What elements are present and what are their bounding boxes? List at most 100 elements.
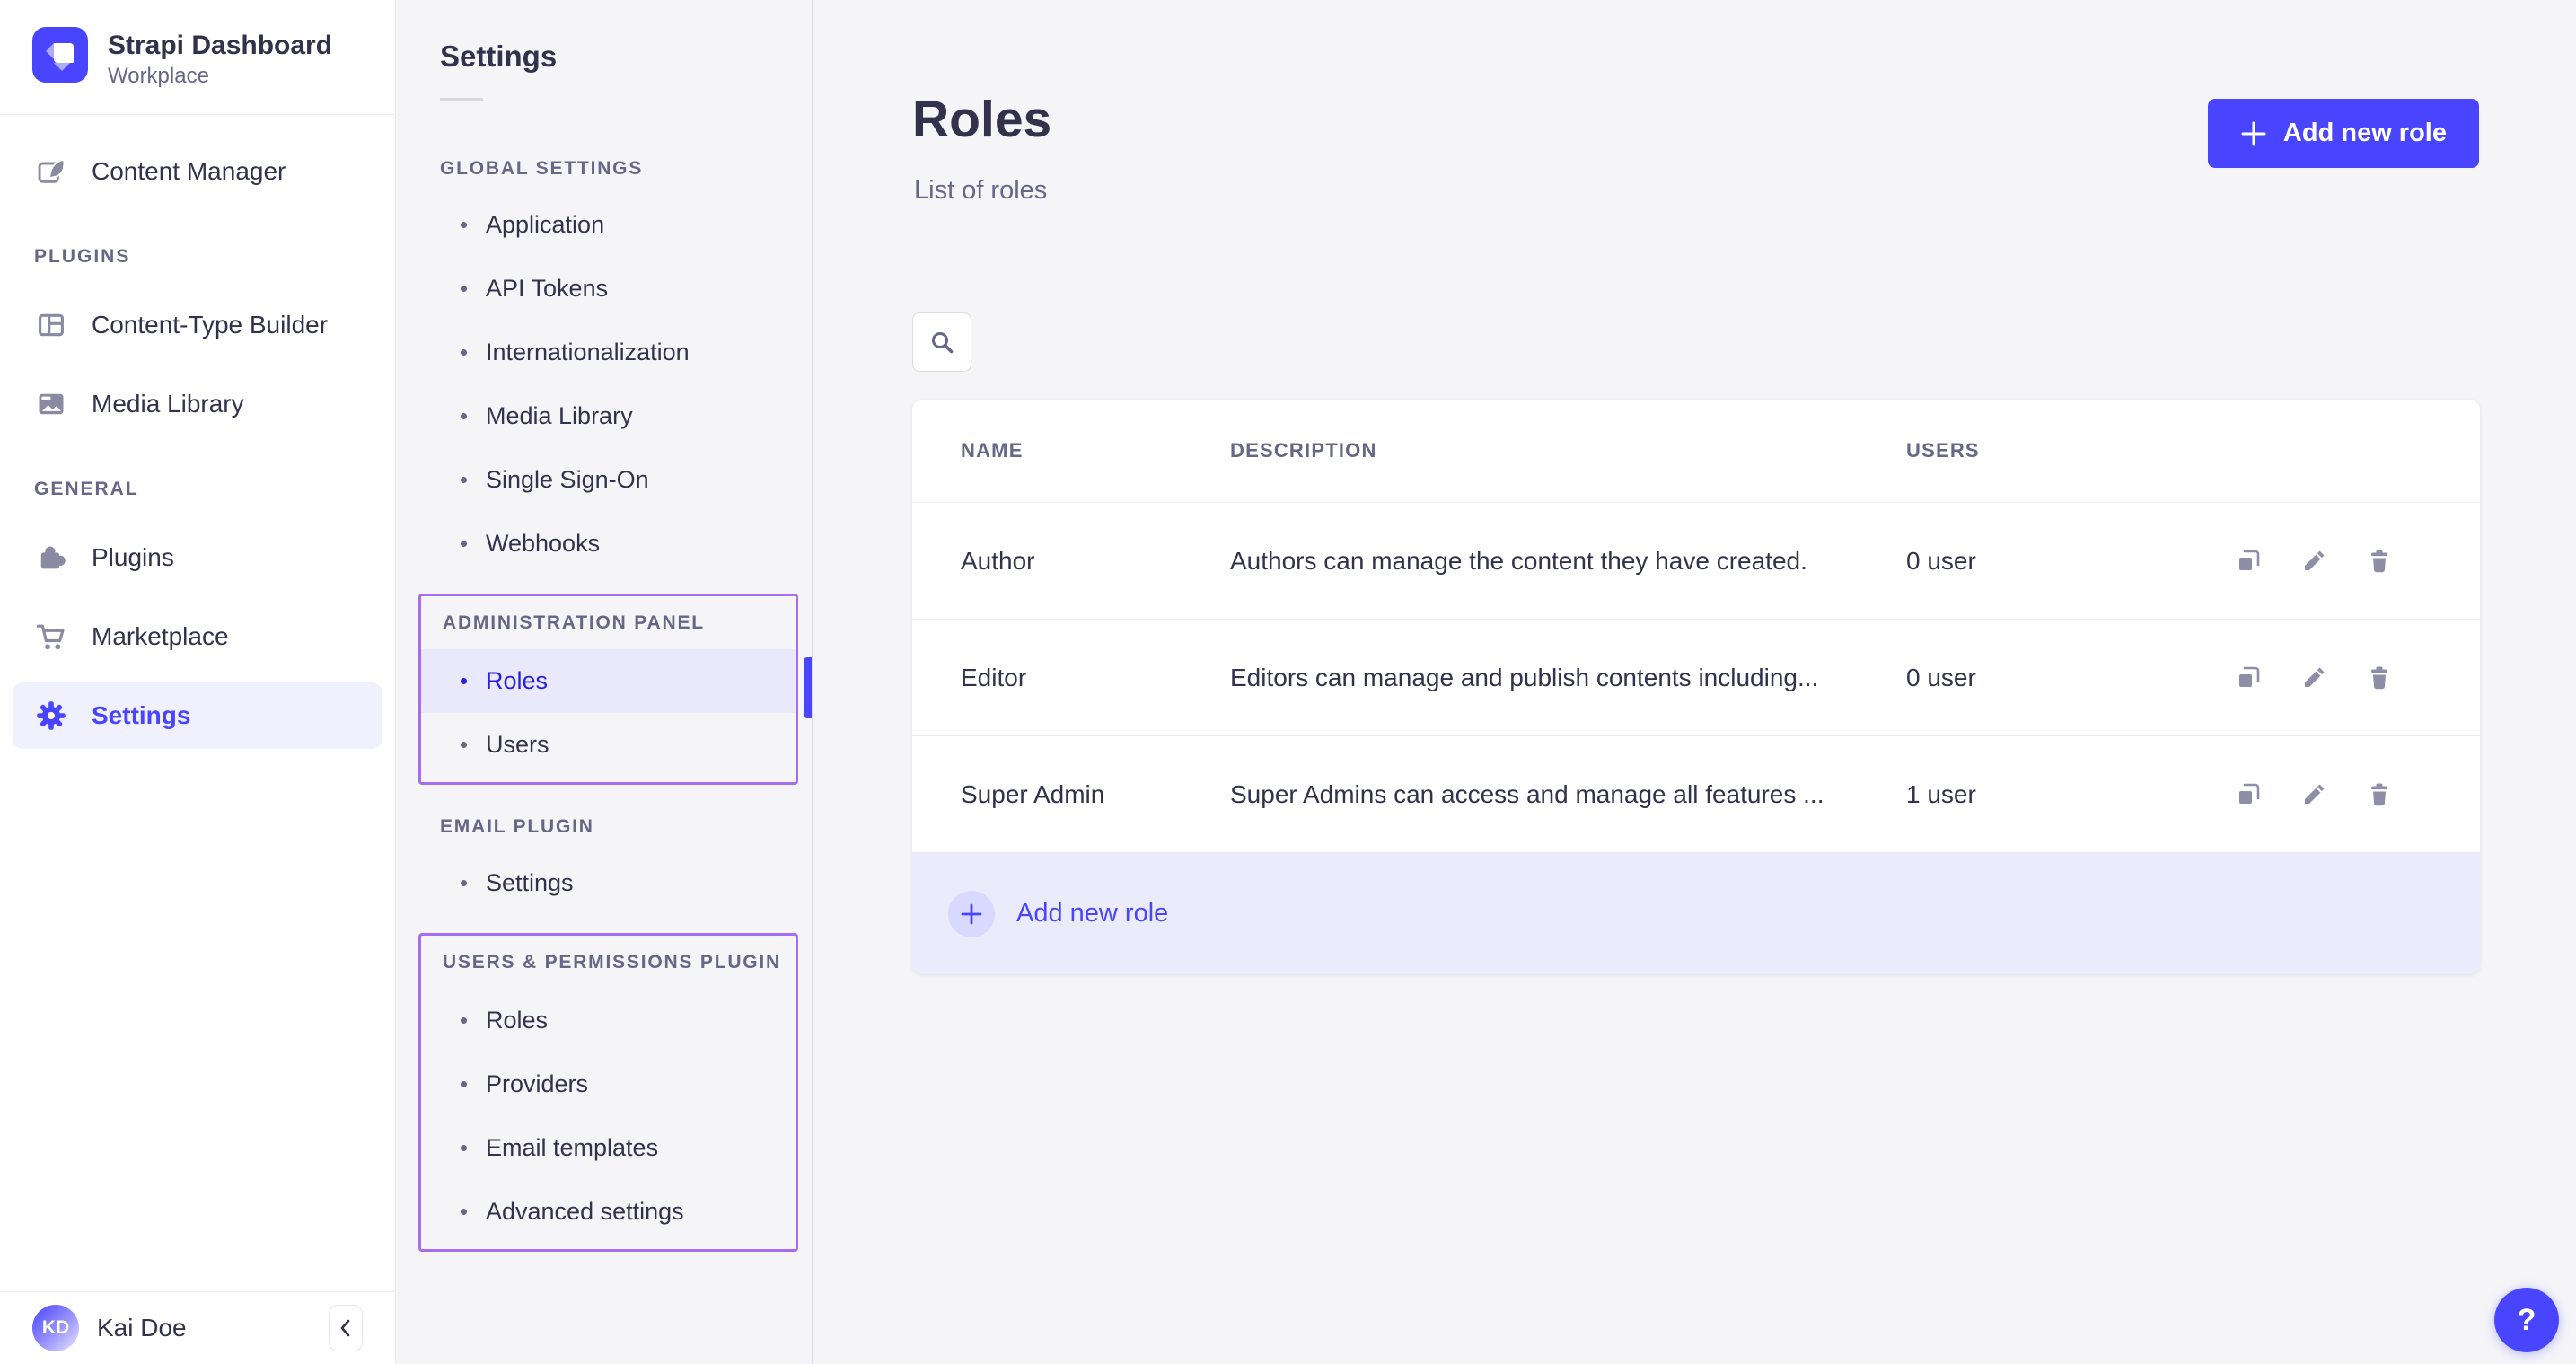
group-label-email-plugin: EMAIL PLUGIN	[440, 816, 812, 838]
table-header-row: NAME DESCRIPTION USERS	[912, 400, 2480, 502]
role-users-count: 1 user	[1906, 780, 2234, 809]
group-label-users-permissions: USERS & PERMISSIONS PLUGIN	[443, 952, 796, 973]
subnav-item-label: Media Library	[486, 402, 633, 430]
subnav-item-webhooks[interactable]: Webhooks	[396, 512, 812, 576]
content-type-builder-icon	[34, 308, 68, 342]
media-library-icon	[34, 387, 68, 421]
bullet-icon	[461, 1145, 467, 1151]
subnav-item-up-roles[interactable]: Roles	[421, 989, 796, 1052]
bullet-icon	[461, 349, 467, 356]
strapi-logo	[32, 27, 88, 83]
search-button[interactable]	[912, 312, 971, 372]
plus-icon	[2240, 120, 2267, 147]
subnav-item-up-providers[interactable]: Providers	[421, 1052, 796, 1116]
sidebar-item-content-manager[interactable]: Content Manager	[13, 138, 382, 205]
sidebar-item-label: Content Manager	[92, 157, 286, 186]
gear-icon	[34, 699, 68, 733]
column-header-users: USERS	[1906, 439, 2394, 462]
subnav-item-admin-roles[interactable]: Roles	[421, 649, 796, 713]
subnav-item-admin-users[interactable]: Users	[421, 713, 796, 777]
duplicate-role-button[interactable]	[2234, 547, 2263, 576]
subnav-item-label: Roles	[486, 667, 548, 695]
subnav-item-label: API Tokens	[486, 275, 608, 303]
sidebar-item-media-library[interactable]: Media Library	[13, 371, 382, 437]
table-row-super-admin[interactable]: Super Admin Super Admins can access and …	[912, 735, 2480, 852]
subnav-item-application[interactable]: Application	[396, 193, 812, 257]
main-sidebar: Strapi Dashboard Workplace Content Manag…	[0, 0, 396, 1364]
edit-role-button[interactable]	[2299, 664, 2328, 692]
subnav-item-up-email-templates[interactable]: Email templates	[421, 1116, 796, 1180]
user-name[interactable]: Kai Doe	[97, 1314, 187, 1342]
pencil-icon	[2299, 780, 2328, 809]
trash-icon	[2365, 664, 2394, 692]
bullet-icon	[461, 742, 467, 748]
collapse-sidebar-button[interactable]	[329, 1305, 363, 1351]
pencil-icon	[2299, 664, 2328, 692]
delete-role-button[interactable]	[2365, 780, 2394, 809]
table-row-editor[interactable]: Editor Editors can manage and publish co…	[912, 619, 2480, 735]
bullet-icon	[461, 477, 467, 483]
active-page-indicator	[804, 657, 812, 718]
sidebar-item-content-type-builder[interactable]: Content-Type Builder	[13, 292, 382, 358]
duplicate-icon	[2234, 780, 2263, 809]
subnav-item-label: Single Sign-On	[486, 466, 649, 494]
plus-icon	[960, 902, 983, 926]
subnav-item-label: Users	[486, 731, 549, 759]
duplicate-role-button[interactable]	[2234, 664, 2263, 692]
question-mark-icon: ?	[2518, 1303, 2536, 1338]
tour-highlight-administration-panel: ADMINISTRATION PANEL Roles Users	[418, 594, 798, 785]
column-header-name: NAME	[961, 439, 1230, 462]
settings-subnav: Settings GLOBAL SETTINGS Application API…	[396, 0, 813, 1364]
sidebar-section-general: GENERAL	[34, 479, 395, 500]
duplicate-icon	[2234, 664, 2263, 692]
group-label-administration-panel: ADMINISTRATION PANEL	[443, 612, 796, 634]
add-new-role-label: Add new role	[2283, 119, 2447, 148]
edit-role-button[interactable]	[2299, 780, 2328, 809]
duplicate-icon	[2234, 547, 2263, 576]
role-name: Author	[961, 547, 1230, 576]
add-new-role-row[interactable]: Add new role	[912, 852, 2480, 974]
sidebar-footer: KD Kai Doe	[0, 1291, 395, 1364]
subnav-item-internationalization[interactable]: Internationalization	[396, 321, 812, 384]
add-new-role-row-label: Add new role	[1016, 899, 1168, 928]
workspace-switcher[interactable]: Strapi Dashboard Workplace	[0, 0, 395, 115]
bullet-icon	[461, 541, 467, 547]
cart-icon	[34, 620, 68, 654]
page-title: Roles	[912, 90, 1051, 149]
bullet-icon	[461, 286, 467, 292]
group-label-global-settings: GLOBAL SETTINGS	[440, 158, 812, 180]
puzzle-icon	[34, 541, 68, 575]
subnav-item-api-tokens[interactable]: API Tokens	[396, 257, 812, 321]
subnav-item-label: Email templates	[486, 1134, 658, 1162]
subnav-item-single-sign-on[interactable]: Single Sign-On	[396, 448, 812, 512]
chevron-left-icon	[338, 1317, 353, 1339]
bullet-icon	[461, 1017, 467, 1024]
sidebar-item-marketplace[interactable]: Marketplace	[13, 603, 382, 670]
delete-role-button[interactable]	[2365, 664, 2394, 692]
subnav-item-media-library[interactable]: Media Library	[396, 384, 812, 448]
role-name: Editor	[961, 664, 1230, 692]
subnav-item-label: Roles	[486, 1007, 548, 1034]
bullet-icon	[461, 222, 467, 228]
app-title: Strapi Dashboard	[108, 31, 332, 61]
workspace-name: Workplace	[108, 63, 332, 90]
delete-role-button[interactable]	[2365, 547, 2394, 576]
sidebar-item-plugins[interactable]: Plugins	[13, 524, 382, 591]
role-users-count: 0 user	[1906, 547, 2234, 576]
role-description: Authors can manage the content they have…	[1230, 547, 1906, 576]
subnav-item-label: Application	[486, 211, 604, 239]
sidebar-item-settings[interactable]: Settings	[13, 682, 382, 749]
avatar[interactable]: KD	[32, 1305, 79, 1351]
edit-role-button[interactable]	[2299, 547, 2328, 576]
subnav-item-email-settings[interactable]: Settings	[396, 851, 812, 915]
subnav-title: Settings	[440, 40, 812, 74]
plus-circle	[948, 891, 995, 937]
duplicate-role-button[interactable]	[2234, 780, 2263, 809]
subnav-divider	[440, 98, 483, 101]
role-description: Super Admins can access and manage all f…	[1230, 780, 1906, 809]
subnav-item-label: Settings	[486, 869, 574, 897]
table-row-author[interactable]: Author Authors can manage the content th…	[912, 502, 2480, 619]
help-button[interactable]: ?	[2494, 1288, 2559, 1352]
subnav-item-up-advanced-settings[interactable]: Advanced settings	[421, 1180, 796, 1244]
add-new-role-button[interactable]: Add new role	[2208, 99, 2479, 168]
